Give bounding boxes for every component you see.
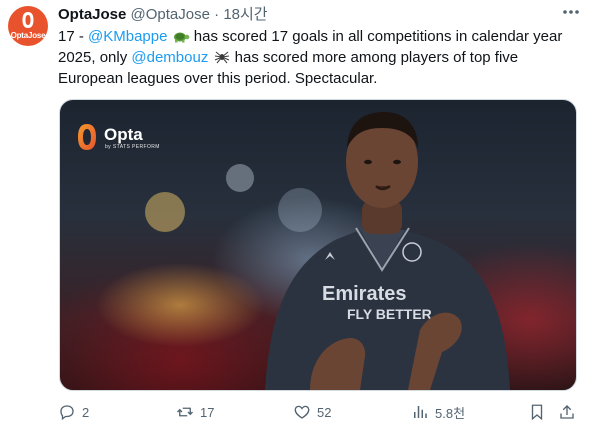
opta-logo-sub: by STATS PERFORM [105,144,160,150]
action-bar: 2 17 52 5.8천 [58,400,582,424]
mention-kmbappe[interactable]: @KMbappe [88,28,167,45]
opta-logo: Opta by STATS PERFORM [76,122,196,154]
bookmark-button[interactable] [528,400,546,424]
author-handle[interactable]: @OptaJose [131,6,210,23]
like-button[interactable]: 52 [293,400,331,424]
shirt-sponsor-line1: Emirates [322,283,407,305]
views-button[interactable]: 5.8천 [411,400,465,424]
shirt-sponsor-line2: FLY BETTER [347,306,432,322]
opta-logo-brand: Opta [104,125,143,144]
avatar[interactable]: OptaJose [8,6,48,46]
separator-dot: · [214,6,220,23]
tweet: OptaJose OptaJose @OptaJose · 18시간 17 - … [0,0,592,433]
share-button[interactable] [558,400,576,424]
turtle-emoji-icon [173,32,189,43]
tweet-text: 17 - @KMbappe has scored 17 goals in all… [58,26,582,89]
views-icon [414,406,427,418]
more-icon[interactable] [562,9,580,15]
tweet-header: OptaJose @OptaJose · 18시간 [58,5,592,25]
like-icon [294,405,310,419]
spider-emoji-icon [214,51,229,64]
mention-dembouz[interactable]: @dembouz [131,49,208,66]
avatar-label: OptaJose [10,31,46,40]
timestamp[interactable]: 18시간 [223,6,267,23]
tweet-text-part1: 17 - [58,28,89,45]
author-name[interactable]: OptaJose [58,6,126,23]
reply-icon [60,405,74,421]
reply-button[interactable]: 2 [58,400,89,424]
views-count: 5.8천 [435,405,466,421]
reply-count: 2 [82,404,90,420]
tweet-media-image[interactable]: Emirates FLY BETTER Opta by STATS PERFOR… [59,99,577,391]
share-icon [560,405,574,419]
opta-mark-icon [22,12,34,28]
bookmark-icon [531,404,543,421]
opta-logo-icon [78,124,96,150]
like-count: 52 [317,404,332,420]
repost-icon [177,407,193,417]
repost-button[interactable]: 17 [176,400,214,424]
repost-count: 17 [200,404,215,420]
